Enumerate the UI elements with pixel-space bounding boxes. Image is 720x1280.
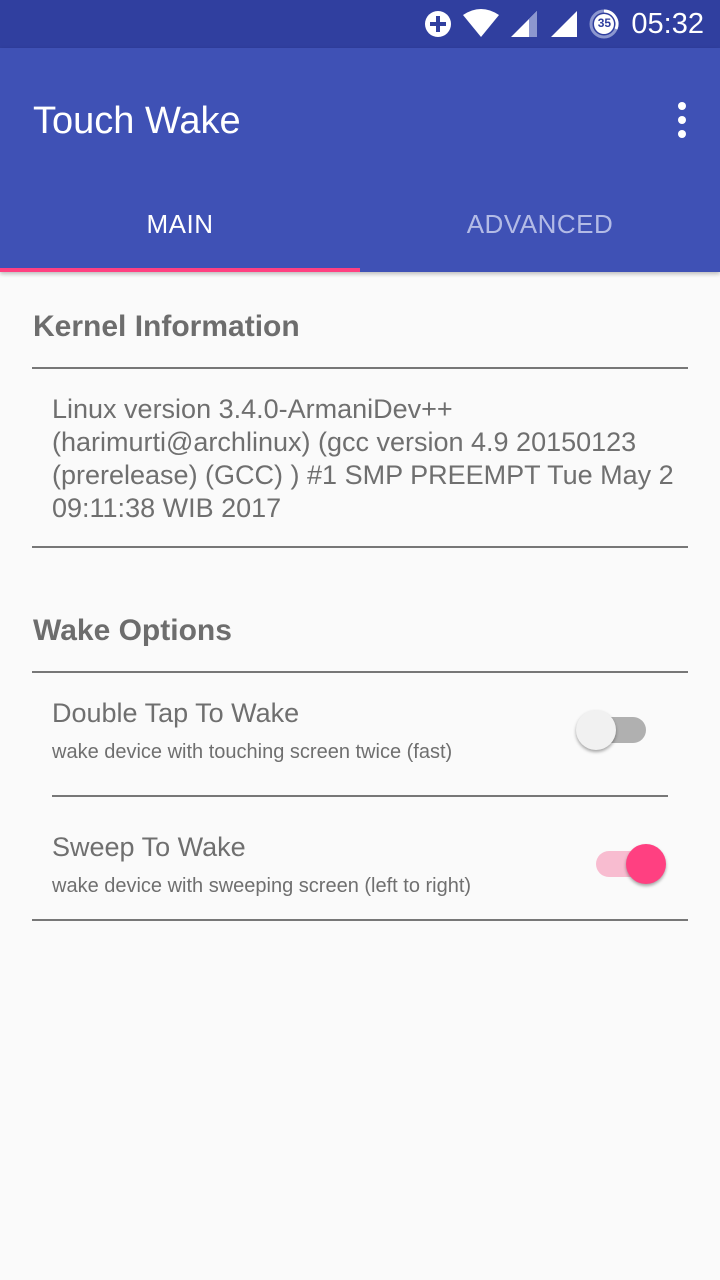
battery-icon: 35	[589, 9, 619, 39]
tab-bar: MAIN ADVANCED	[0, 176, 720, 272]
divider	[32, 919, 688, 921]
app-title: Touch Wake	[33, 100, 241, 142]
app-bar: Touch Wake MAIN ADVANCED	[0, 48, 720, 272]
divider	[32, 671, 688, 673]
sweep-to-wake-switch[interactable]	[586, 839, 666, 887]
tab-indicator	[0, 268, 360, 272]
switch-thumb	[626, 844, 666, 884]
more-vert-icon[interactable]	[670, 102, 694, 138]
divider	[32, 367, 688, 369]
battery-level: 35	[597, 16, 612, 30]
divider	[52, 795, 668, 797]
data-saver-icon	[425, 11, 452, 37]
double-tap-to-wake-switch[interactable]	[576, 705, 656, 753]
status-icons: 35 05:32	[413, 0, 704, 48]
switch-thumb	[576, 710, 616, 750]
status-bar: 35 05:32	[0, 0, 720, 48]
option-subtitle: wake device with touching screen twice (…	[52, 741, 453, 763]
option-title: Double Tap To Wake	[52, 698, 300, 728]
status-clock: 05:32	[631, 7, 704, 40]
tab-advanced[interactable]: ADVANCED	[360, 176, 720, 272]
tab-main[interactable]: MAIN	[0, 176, 360, 272]
option-subtitle: wake device with sweeping screen (left t…	[52, 875, 472, 897]
kernel-version-text: Linux version 3.4.0-ArmaniDev++ (harimur…	[52, 394, 674, 523]
wifi-icon	[463, 9, 500, 37]
signal-icon	[551, 11, 578, 37]
option-title: Sweep To Wake	[52, 832, 246, 862]
kernel-section-title: Kernel Information	[33, 310, 300, 343]
signal-icon	[511, 11, 538, 37]
tab-advanced-label: ADVANCED	[466, 208, 614, 239]
wake-options-section-title: Wake Options	[33, 614, 232, 647]
tab-main-label: MAIN	[146, 208, 214, 239]
divider	[32, 546, 688, 548]
